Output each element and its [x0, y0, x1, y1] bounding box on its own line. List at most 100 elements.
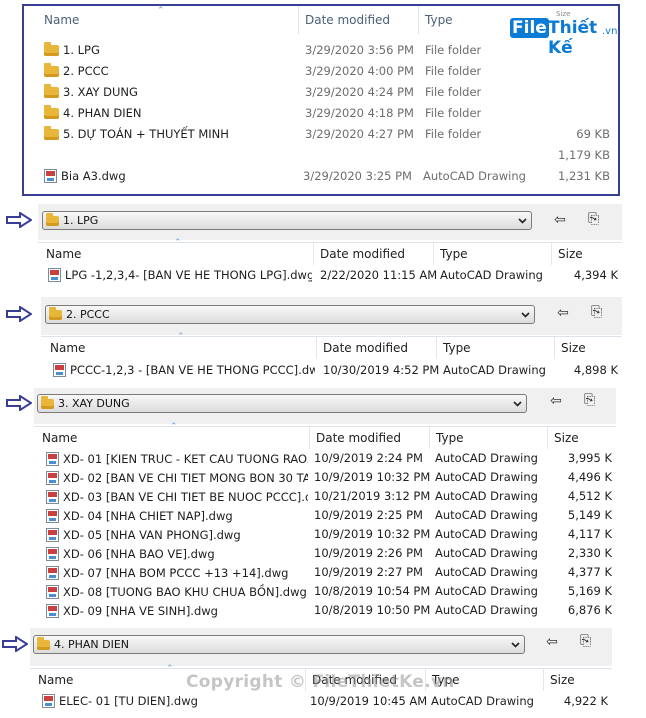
file-size: 2,330 K [567, 546, 612, 560]
table-row[interactable]: XD- 06 [NHA BAO VE].dwg 10/9/2019 2:26 P… [34, 544, 616, 563]
file-type: AutoCAD Drawing [435, 546, 538, 560]
file-size: 4,898 K [573, 363, 618, 377]
table-row[interactable]: XD- 02 [BAN VE CHI TIET MONG BON 30 TA..… [34, 468, 616, 487]
folder-icon [46, 213, 59, 226]
up-folder-icon[interactable]: ⎘ [584, 393, 602, 407]
file-type: AutoCAD Drawing [435, 527, 538, 541]
address-bar[interactable]: 2. PCCC [45, 305, 535, 324]
folder-icon [44, 42, 59, 56]
arrow-right-icon [6, 395, 32, 411]
address-bar[interactable]: 3. XAY DUNG [37, 394, 527, 413]
file-date: 10/9/2019 10:45 AM [310, 694, 428, 708]
file-name: XD- 02 [BAN VE CHI TIET MONG BON 30 TA..… [63, 471, 308, 485]
item-size: 1,231 KB [557, 169, 610, 183]
folder-icon [37, 637, 50, 650]
item-name: 3. XAY DUNG [63, 85, 138, 99]
file-date: 10/9/2019 10:32 PM [314, 527, 431, 541]
file-type: AutoCAD Drawing [435, 603, 538, 617]
file-size: 4,512 K [567, 489, 612, 503]
file-name: XD- 03 [BAN VE CHI TIET BE NUOC PCCC].d.… [63, 490, 308, 504]
logo-file: File [510, 18, 549, 38]
table-row[interactable]: XD- 03 [BAN VE CHI TIET BE NUOC PCCC].d.… [34, 487, 616, 506]
column-header-date[interactable]: Date modified [314, 243, 434, 265]
column-header-date[interactable]: Date modified [298, 6, 390, 34]
list-item[interactable]: 3. XAY DUNG 3/29/2020 4:24 PM File folde… [24, 82, 618, 103]
address-path: 1. LPG [63, 214, 99, 227]
file-size: 6,876 K [567, 603, 612, 617]
chevron-down-icon[interactable] [511, 397, 524, 410]
item-type: File folder [425, 43, 482, 57]
chevron-down-icon[interactable] [516, 214, 529, 227]
column-header-size[interactable]: Size [555, 337, 622, 359]
file-type: AutoCAD Drawing [435, 565, 538, 579]
column-header-size[interactable]: Size [544, 669, 612, 691]
table-row[interactable]: LPG -1,2,3,4- [BAN VE HE THONG LPG].dwg … [38, 265, 622, 286]
table-row[interactable]: XD- 07 [NHA BOM PCCC +13 +14].dwg 10/9/2… [34, 563, 616, 582]
dwg-file-icon [46, 452, 59, 466]
item-type: File folder [425, 127, 482, 141]
chevron-down-icon[interactable] [509, 638, 522, 651]
address-path: 2. PCCC [66, 308, 110, 321]
back-arrow-icon[interactable]: ⇦ [554, 213, 572, 227]
arrow-right-icon [6, 306, 32, 322]
file-type: AutoCAD Drawing [435, 451, 538, 465]
address-bar[interactable]: 4. PHAN DIEN [33, 635, 525, 654]
item-type: File folder [425, 64, 482, 78]
dwg-file-icon [44, 169, 57, 183]
item-date: 3/29/2020 3:56 PM [305, 43, 414, 57]
list-item[interactable]: Bia A3.dwg 3/29/2020 3:25 PM AutoCAD Dra… [24, 166, 618, 187]
column-header-type[interactable]: Type [434, 243, 552, 265]
file-name: XD- 08 [TUONG BAO KHU CHUA BỒN].dwg [63, 585, 307, 599]
up-folder-icon[interactable]: ⎘ [591, 305, 609, 319]
table-row[interactable]: XD- 05 [NHA VAN PHONG].dwg 10/9/2019 10:… [34, 525, 616, 544]
back-arrow-icon[interactable]: ⇦ [557, 306, 575, 320]
filethietke-logo: Size File Thiết Kế .vn [508, 10, 617, 58]
dwg-file-icon [46, 528, 59, 542]
logo-thiet-ke: Thiết Kế [548, 18, 598, 58]
column-header-type[interactable]: Type [437, 337, 555, 359]
item-type: File folder [425, 106, 482, 120]
item-name: 2. PCCC [63, 64, 109, 78]
list-item[interactable]: 5. DỰ TOÁN + THUYẾT MINH 3/29/2020 4:27 … [24, 124, 618, 145]
dwg-file-icon [46, 509, 59, 523]
dwg-file-icon [46, 566, 59, 580]
file-date: 10/9/2019 2:27 PM [314, 565, 423, 579]
item-date: 3/29/2020 3:25 PM [303, 169, 412, 183]
list-item[interactable]: 4. PHAN DIEN 3/29/2020 4:18 PM File fold… [24, 103, 618, 124]
file-name: XD- 04 [NHA CHIET NAP].dwg [63, 509, 233, 523]
table-row[interactable]: ELEC- 01 [TU DIEN].dwg 10/9/2019 10:45 A… [30, 691, 612, 712]
chevron-down-icon[interactable] [519, 308, 532, 321]
table-row[interactable]: XD- 04 [NHA CHIET NAP].dwg 10/9/2019 2:2… [34, 506, 616, 525]
table-row[interactable]: PCCC-1,2,3 - [BAN VE HE THONG PCCC].dwg … [41, 360, 622, 381]
sort-caret-icon: ⌃ [157, 6, 165, 16]
column-header-size[interactable]: Size [552, 243, 622, 265]
back-arrow-icon[interactable]: ⇦ [546, 635, 564, 649]
column-header-name[interactable]: Name [44, 6, 79, 34]
table-row[interactable]: XD- 08 [TUONG BAO KHU CHUA BỒN].dwg 10/8… [34, 582, 616, 601]
file-type: AutoCAD Drawing [443, 363, 546, 377]
dwg-file-icon [46, 604, 59, 618]
folder-icon [41, 396, 54, 409]
table-row[interactable]: XD- 01 [KIEN TRUC - KET CAU TUONG RAO...… [34, 449, 616, 468]
dwg-file-icon [46, 490, 59, 504]
dwg-file-icon [46, 471, 59, 485]
back-arrow-icon[interactable]: ⇦ [550, 394, 568, 408]
arrow-right-icon [6, 212, 32, 228]
sort-caret-icon: ⌃ [174, 238, 182, 248]
up-folder-icon[interactable]: ⎘ [588, 212, 606, 226]
column-header-type[interactable]: Type [418, 6, 453, 34]
up-folder-icon[interactable]: ⎘ [580, 634, 598, 648]
address-bar[interactable]: 1. LPG [42, 211, 532, 230]
file-date: 10/21/2019 3:12 PM [314, 489, 431, 503]
list-item[interactable]: 2. PCCC 3/29/2020 4:00 PM File folder [24, 61, 618, 82]
column-header-type[interactable]: Type [430, 427, 548, 449]
file-size: 5,149 K [567, 508, 612, 522]
column-header-size[interactable]: Size [548, 427, 616, 449]
column-header-date[interactable]: Date modified [310, 427, 430, 449]
file-name: XD- 05 [NHA VAN PHONG].dwg [63, 528, 241, 542]
folder-icon [49, 307, 62, 320]
file-size: 5,169 K [567, 584, 612, 598]
table-row[interactable]: XD- 09 [NHA VE SINH].dwg 10/8/2019 10:50… [34, 601, 616, 620]
item-date: 3/29/2020 4:24 PM [305, 85, 414, 99]
column-header-date[interactable]: Date modified [317, 337, 437, 359]
